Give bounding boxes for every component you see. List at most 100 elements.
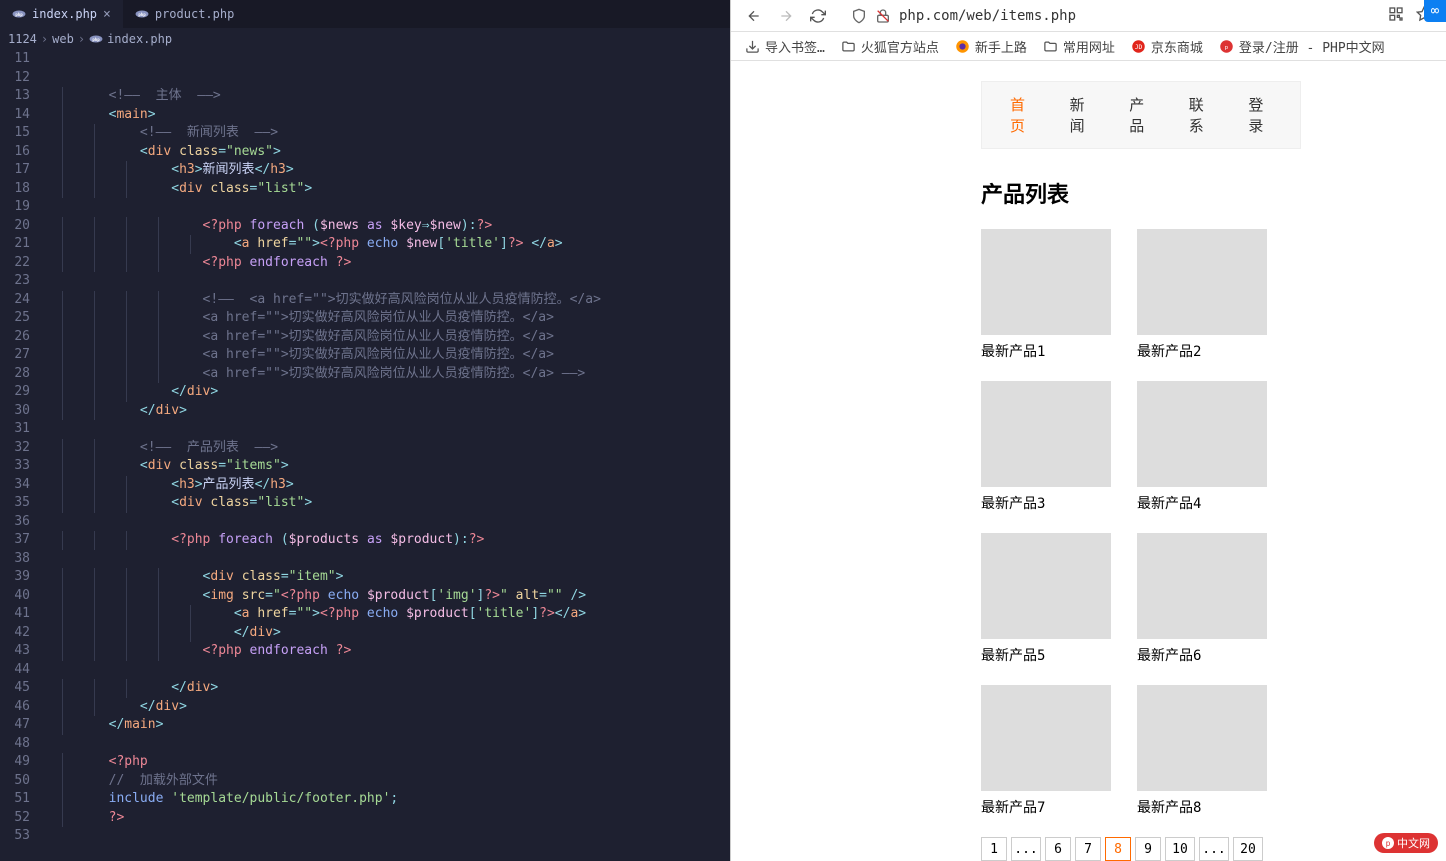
code-line[interactable]: include 'template/public/footer.php'; <box>46 790 730 809</box>
code-line[interactable]: </main> <box>46 716 730 735</box>
code-line[interactable]: <a href=""><?php echo $new['title']?> </… <box>46 235 730 254</box>
code-line[interactable]: ?> <box>46 809 730 828</box>
product-item[interactable]: 最新产品5 <box>981 533 1111 665</box>
editor-tab[interactable]: phpproduct.php <box>123 0 246 28</box>
page-number[interactable]: 7 <box>1075 837 1101 861</box>
page-number[interactable]: 9 <box>1135 837 1161 861</box>
code-line[interactable] <box>46 272 730 291</box>
code-line[interactable] <box>46 661 730 680</box>
product-thumbnail[interactable] <box>1137 229 1267 335</box>
breadcrumb-root[interactable]: 1124 <box>8 32 37 46</box>
product-item[interactable]: 最新产品8 <box>1137 685 1267 817</box>
product-label[interactable]: 最新产品8 <box>1137 797 1267 817</box>
code-line[interactable]: <a href=""><?php echo $product['title']?… <box>46 605 730 624</box>
code-line[interactable]: <h3>新闻列表</h3> <box>46 161 730 180</box>
site-nav-link[interactable]: 新闻 <box>1070 94 1094 136</box>
bookmark-item[interactable]: 火狐官方站点 <box>841 37 939 56</box>
page-number[interactable]: ... <box>1199 837 1229 861</box>
code-line[interactable]: <?php <box>46 753 730 772</box>
product-label[interactable]: 最新产品1 <box>981 341 1111 361</box>
page-number[interactable]: 20 <box>1233 837 1263 861</box>
code-line[interactable] <box>46 50 730 69</box>
code-line[interactable]: <!—— 主体 ——> <box>46 87 730 106</box>
code-line[interactable]: <div class="news"> <box>46 143 730 162</box>
back-button[interactable] <box>745 7 763 25</box>
site-nav-link[interactable]: 登录 <box>1248 94 1272 136</box>
product-thumbnail[interactable] <box>1137 381 1267 487</box>
code-line[interactable]: </div> <box>46 383 730 402</box>
code-line[interactable]: </div> <box>46 402 730 421</box>
site-nav-link[interactable]: 产品 <box>1129 94 1153 136</box>
code-line[interactable]: <h3>产品列表</h3> <box>46 476 730 495</box>
code-line[interactable]: <img src="<?php echo $product['img']?>" … <box>46 587 730 606</box>
product-label[interactable]: 最新产品4 <box>1137 493 1267 513</box>
bookmark-item[interactable]: p登录/注册 - PHP中文网 <box>1219 37 1385 56</box>
code-line[interactable]: <div class="list"> <box>46 494 730 513</box>
qr-icon[interactable] <box>1388 6 1404 26</box>
code-line[interactable]: </div> <box>46 624 730 643</box>
product-item[interactable]: 最新产品4 <box>1137 381 1267 513</box>
code-line[interactable]: <a href="">切实做好高风险岗位从业人员疫情防控。</a> <box>46 309 730 328</box>
code-line[interactable]: </div> <box>46 679 730 698</box>
close-icon[interactable]: × <box>103 7 111 22</box>
product-item[interactable]: 最新产品6 <box>1137 533 1267 665</box>
breadcrumb-file[interactable]: index.php <box>107 32 172 46</box>
code-line[interactable]: // 加载外部文件 <box>46 772 730 791</box>
code-line[interactable]: <main> <box>46 106 730 125</box>
product-thumbnail[interactable] <box>981 533 1111 639</box>
page-number[interactable]: 1 <box>981 837 1007 861</box>
product-item[interactable]: 最新产品1 <box>981 229 1111 361</box>
code-line[interactable] <box>46 69 730 88</box>
page-number[interactable]: ... <box>1011 837 1041 861</box>
code-line[interactable]: <a href="">切实做好高风险岗位从业人员疫情防控。</a> <box>46 328 730 347</box>
code-line[interactable]: <a href="">切实做好高风险岗位从业人员疫情防控。</a> <box>46 346 730 365</box>
code-line[interactable]: <!—— 新闻列表 ——> <box>46 124 730 143</box>
product-label[interactable]: 最新产品3 <box>981 493 1111 513</box>
code-line[interactable] <box>46 827 730 846</box>
url-bar[interactable]: php.com/web/items.php <box>841 8 1374 24</box>
site-nav-link[interactable]: 联系 <box>1189 94 1213 136</box>
bookmark-item[interactable]: 常用网址 <box>1043 37 1115 56</box>
reload-button[interactable] <box>809 7 827 25</box>
code-line[interactable] <box>46 550 730 569</box>
bookmark-item[interactable]: 导入书签… <box>745 37 825 56</box>
code-line[interactable]: </div> <box>46 698 730 717</box>
product-thumbnail[interactable] <box>981 685 1111 791</box>
page-number[interactable]: 8 <box>1105 837 1131 861</box>
product-item[interactable]: 最新产品2 <box>1137 229 1267 361</box>
code-line[interactable]: <?php foreach ($products as $product):?> <box>46 531 730 550</box>
code-area[interactable]: 1112131415161718192021222324252627282930… <box>0 50 730 861</box>
code-line[interactable]: <div class="list"> <box>46 180 730 199</box>
code-line[interactable] <box>46 513 730 532</box>
product-label[interactable]: 最新产品2 <box>1137 341 1267 361</box>
code-line[interactable] <box>46 198 730 217</box>
code-line[interactable]: <?php foreach ($news as $key⇒$new):?> <box>46 217 730 236</box>
code-body[interactable]: <!—— 主体 ——> <main> <!—— 新闻列表 ——> <div cl… <box>40 50 730 861</box>
code-line[interactable] <box>46 420 730 439</box>
code-line[interactable]: <a href="">切实做好高风险岗位从业人员疫情防控。</a> ——> <box>46 365 730 384</box>
bookmark-item[interactable]: JD京东商城 <box>1131 37 1203 56</box>
page-number[interactable]: 10 <box>1165 837 1195 861</box>
product-thumbnail[interactable] <box>981 381 1111 487</box>
code-line[interactable]: <div class="item"> <box>46 568 730 587</box>
product-item[interactable]: 最新产品7 <box>981 685 1111 817</box>
code-line[interactable]: <?php endforeach ?> <box>46 642 730 661</box>
infinity-badge-icon[interactable]: ∞ <box>1424 0 1446 22</box>
product-label[interactable]: 最新产品5 <box>981 645 1111 665</box>
code-line[interactable] <box>46 735 730 754</box>
editor-tab[interactable]: phpindex.php× <box>0 0 123 28</box>
product-item[interactable]: 最新产品3 <box>981 381 1111 513</box>
code-line[interactable]: <?php endforeach ?> <box>46 254 730 273</box>
product-label[interactable]: 最新产品6 <box>1137 645 1267 665</box>
code-line[interactable]: <div class="items"> <box>46 457 730 476</box>
page-number[interactable]: 6 <box>1045 837 1071 861</box>
product-thumbnail[interactable] <box>1137 685 1267 791</box>
code-line[interactable]: <!—— <a href="">切实做好高风险岗位从业人员疫情防控。</a> <box>46 291 730 310</box>
url-text[interactable]: php.com/web/items.php <box>899 8 1076 24</box>
breadcrumb-folder[interactable]: web <box>52 32 74 46</box>
bookmark-item[interactable]: 新手上路 <box>955 37 1027 56</box>
product-label[interactable]: 最新产品7 <box>981 797 1111 817</box>
code-line[interactable]: <!—— 产品列表 ——> <box>46 439 730 458</box>
site-nav-link[interactable]: 首页 <box>1010 94 1034 136</box>
product-thumbnail[interactable] <box>981 229 1111 335</box>
